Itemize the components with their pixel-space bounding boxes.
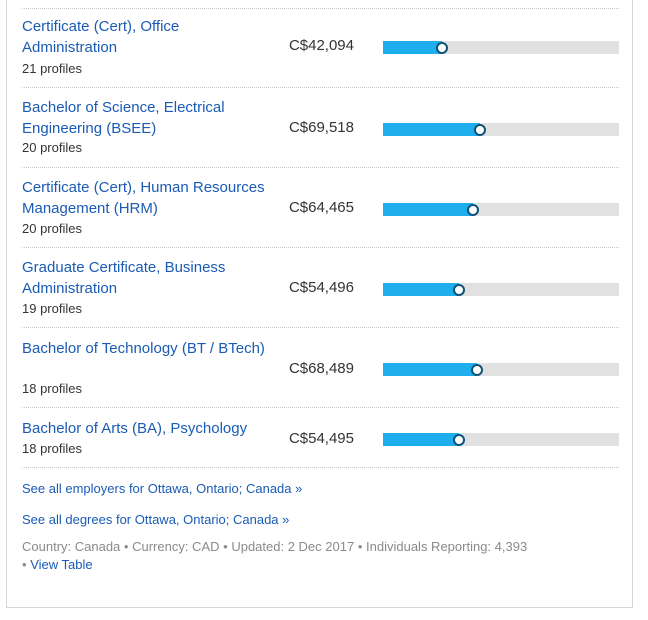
see-all-employers-link[interactable]: See all employers for Ottawa, Ontario; C… (22, 481, 302, 496)
profiles-count: 20 profiles (22, 140, 82, 155)
salary-range-bar (383, 363, 619, 376)
median-marker (435, 41, 448, 54)
degree-link[interactable]: Bachelor of Technology (BT / BTech) (22, 338, 272, 359)
median-marker (473, 123, 486, 136)
salary-bar-fill (383, 283, 459, 296)
separator: • (123, 539, 129, 554)
degree-row: Graduate Certificate, Business Administr… (22, 248, 619, 328)
median-salary: C$42,094 (288, 37, 354, 54)
degree-link[interactable]: Certificate (Cert), Office Administratio… (22, 16, 272, 58)
median-marker (452, 283, 465, 296)
individuals-reporting-text: Individuals Reporting: 4,393 (366, 539, 528, 554)
degree-link[interactable]: Bachelor of Arts (BA), Psychology (22, 418, 282, 439)
median-salary: C$64,465 (288, 199, 354, 216)
salary-range-bar (383, 203, 619, 216)
salary-range-bar (383, 433, 619, 446)
degree-link[interactable]: Certificate (Cert), Human Resources Mana… (22, 177, 272, 219)
profiles-count: 19 profiles (22, 301, 82, 316)
median-salary: C$54,496 (288, 279, 354, 296)
degree-row: Certificate (Cert), Office Administratio… (22, 8, 619, 88)
salary-bar-fill (383, 41, 442, 54)
salary-range-bar (383, 41, 619, 54)
separator: • (357, 539, 363, 554)
updated-text: Updated: 2 Dec 2017 (231, 539, 355, 554)
profiles-count: 18 profiles (22, 441, 82, 456)
see-all-degrees-link[interactable]: See all degrees for Ottawa, Ontario; Can… (22, 512, 289, 527)
salary-bar-fill (383, 363, 477, 376)
degree-link[interactable]: Bachelor of Science, Electrical Engineer… (22, 97, 272, 139)
salary-bar-fill (383, 203, 473, 216)
median-marker (470, 363, 483, 376)
profiles-count: 21 profiles (22, 61, 82, 76)
salary-range-bar (383, 283, 619, 296)
median-salary: C$68,489 (288, 360, 354, 377)
report-metadata: Country: Canada • Currency: CAD • Update… (22, 538, 582, 574)
degree-row: Certificate (Cert), Human Resources Mana… (22, 168, 619, 248)
separator: • (22, 557, 27, 572)
median-salary: C$54,495 (288, 430, 354, 447)
row-divider (22, 467, 619, 468)
degree-row: Bachelor of Science, Electrical Engineer… (22, 88, 619, 168)
currency-text: Currency: CAD (132, 539, 220, 554)
profiles-count: 20 profiles (22, 221, 82, 236)
degree-row: Bachelor of Arts (BA), Psychology 18 pro… (22, 408, 619, 468)
salary-bar-fill (383, 433, 459, 446)
profiles-count: 18 profiles (22, 381, 82, 396)
view-table-link[interactable]: View Table (30, 557, 92, 572)
median-marker (466, 203, 479, 216)
degree-row: Bachelor of Technology (BT / BTech) 18 p… (22, 328, 619, 408)
degree-link[interactable]: Graduate Certificate, Business Administr… (22, 257, 272, 299)
salary-bar-fill (383, 123, 480, 136)
salary-range-bar (383, 123, 619, 136)
median-marker (452, 433, 465, 446)
separator: • (223, 539, 228, 554)
country-text: Country: Canada (22, 539, 121, 554)
median-salary: C$69,518 (288, 119, 354, 136)
